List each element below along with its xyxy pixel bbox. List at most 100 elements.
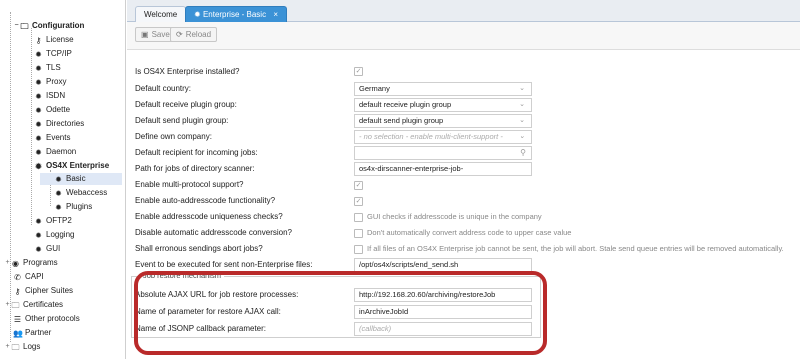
users-icon: 👥 — [13, 328, 23, 338]
gear-icon: ✹ — [35, 244, 42, 254]
tree-item-logging[interactable]: ✹ Logging — [34, 229, 74, 241]
tree-item-basic[interactable]: ✹ Basic — [40, 173, 122, 185]
tree-item-plugins[interactable]: ✹ Plugins — [54, 201, 92, 213]
tab-welcome[interactable]: Welcome — [135, 6, 187, 22]
chevron-down-icon: ⌄ — [519, 117, 525, 124]
send-plugin-label: Default send plugin group: — [135, 116, 229, 125]
tree-item-label: OS4X Enterprise — [46, 161, 110, 170]
tree-item-tls[interactable]: ✹ TLS — [34, 62, 61, 74]
tree-item-license[interactable]: ⚷ License — [34, 34, 74, 46]
main-panel: Welcome ✹ Enterprise - Basic × ▣ Save ⟳ Re… — [127, 0, 800, 359]
close-icon[interactable]: × — [273, 10, 278, 19]
gear-icon: ✹ — [35, 216, 42, 226]
tree-item-capi[interactable]: ✆ CAPI — [13, 271, 44, 283]
uniqueness-checkbox[interactable] — [354, 213, 363, 222]
param-label: Name of parameter for restore AJAX call: — [135, 307, 281, 316]
abort-checkbox[interactable] — [354, 245, 363, 254]
gear-icon: ✹ — [194, 10, 203, 19]
tree-item-daemon[interactable]: ✹ Daemon — [34, 146, 76, 158]
tree-item-certificates[interactable]: + 🗀 Certificates — [4, 299, 63, 311]
gear-icon: ✹ — [35, 161, 42, 171]
uniqueness-description: GUI checks if addresscode is unique in t… — [367, 212, 542, 221]
tree-item-label: Daemon — [46, 147, 77, 156]
reload-icon: ⟳ — [176, 30, 183, 39]
tree-item-label: Directories — [46, 119, 85, 128]
abort-label: Shall erronous sendings abort jobs? — [135, 244, 263, 253]
autoaddress-checkbox[interactable]: ✓ — [354, 197, 363, 206]
tree-item-label: CAPI — [25, 272, 44, 281]
chevron-down-icon: ⌄ — [519, 85, 525, 92]
tree-item-oftp2[interactable]: ✹ OFTP2 — [34, 215, 72, 227]
reload-button[interactable]: ⟳ Reload — [170, 27, 218, 42]
tree-item-isdn[interactable]: ✹ ISDN — [34, 90, 65, 102]
jsonp-input[interactable]: (callback) — [354, 322, 532, 336]
receive-plugin-select[interactable]: default receive plugin group ⌄ — [354, 98, 532, 112]
tab-enterprise-basic[interactable]: ✹ Enterprise - Basic × — [185, 6, 287, 22]
multiprotocol-label: Enable multi-protocol support? — [135, 180, 244, 189]
own-company-select[interactable]: - no selection - enable multi-client-sup… — [354, 130, 532, 144]
tree-item-gui[interactable]: ✹ GUI — [34, 243, 60, 255]
tree-item-label: Other protocols — [25, 314, 80, 323]
tree-item-logs[interactable]: + 🗀 Logs — [4, 341, 40, 353]
tree-item-label: TLS — [46, 63, 61, 72]
tree-item-label: Logs — [23, 342, 41, 351]
send-plugin-select[interactable]: default send plugin group ⌄ — [354, 114, 532, 128]
ajax-url-label: Absolute AJAX URL for job restore proces… — [135, 290, 299, 299]
installed-checkbox[interactable]: ✓ — [354, 67, 363, 76]
folder-icon: 🗀 — [11, 300, 20, 310]
programs-icon: ◉ — [12, 258, 19, 268]
receive-plugin-label: Default receive plugin group: — [135, 100, 237, 109]
tree-item-label: GUI — [46, 244, 61, 253]
tree-item-label: Logging — [46, 230, 75, 239]
tree-item-label: License — [46, 35, 74, 44]
tree-item-programs[interactable]: + ◉ Programs — [4, 257, 58, 269]
disable-conversion-checkbox[interactable] — [354, 229, 363, 238]
tree-item-directories[interactable]: ✹ Directories — [34, 118, 84, 130]
recipient-search-field[interactable]: ⚲ — [354, 146, 532, 160]
settings-form: Is OS4X Enterprise installed? ✓ Default … — [127, 50, 800, 359]
list-icon: ☰ — [13, 314, 22, 324]
tab-bar: Welcome ✹ Enterprise - Basic × — [127, 0, 800, 22]
collapse-toggle-icon[interactable]: − — [13, 20, 20, 32]
tree-item-odette[interactable]: ✹ Odette — [34, 104, 70, 116]
gear-icon: ✹ — [35, 105, 42, 115]
gear-icon: ✹ — [35, 77, 42, 87]
gear-icon: ✹ — [35, 91, 42, 101]
expand-toggle-icon[interactable]: + — [4, 341, 11, 353]
param-input[interactable]: inArchiveJobId — [354, 305, 532, 319]
expand-toggle-icon[interactable]: + — [4, 257, 11, 269]
tree-item-label: Plugins — [66, 202, 93, 211]
tree-item-os4x-enterprise[interactable]: ✹ OS4X Enterprise — [34, 160, 109, 172]
tree-item-webaccess[interactable]: ✹ Webaccess — [54, 187, 107, 199]
multiprotocol-checkbox[interactable]: ✓ — [354, 181, 363, 190]
tree-item-label: Basic — [66, 174, 86, 183]
tree-item-label: Programs — [23, 258, 58, 267]
tree-item-tcpip[interactable]: ✹ TCP/IP — [34, 48, 72, 60]
disable-conversion-label: Disable automatic addresscode conversion… — [135, 228, 292, 237]
own-company-value: - no selection - enable multi-client-sup… — [359, 132, 503, 141]
phone-icon: ✆ — [14, 272, 21, 282]
abort-description: If all files of an OS4X Enterprise job c… — [367, 244, 784, 253]
gear-icon: ✹ — [35, 133, 42, 143]
tree-item-other-protocols[interactable]: ☰ Other protocols — [13, 313, 80, 325]
tree-item-label: ISDN — [46, 91, 66, 100]
path-label: Path for jobs of directory scanner: — [135, 164, 255, 173]
path-input[interactable]: os4x-dirscanner-enterprise-job- — [354, 162, 532, 176]
installed-label: Is OS4X Enterprise installed? — [135, 67, 240, 76]
country-select[interactable]: Germany ⌄ — [354, 82, 532, 96]
tree-item-configuration[interactable]: − 🗀 Configuration — [13, 20, 84, 32]
uniqueness-label: Enable addresscode uniqueness checks? — [135, 212, 283, 221]
tree-item-partner[interactable]: 👥 Partner — [13, 327, 51, 339]
folder-icon: 🗀 — [11, 342, 20, 352]
country-label: Default country: — [135, 84, 192, 93]
ajax-url-input[interactable]: http://192.168.20.60/archiving/restoreJo… — [354, 288, 532, 302]
reload-label: Reload — [185, 30, 212, 39]
tree-item-proxy[interactable]: ✹ Proxy — [34, 76, 66, 88]
expand-toggle-icon[interactable]: + — [4, 299, 11, 311]
tree-item-label: Certificates — [23, 300, 64, 309]
disable-conversion-description: Don't automatically convert address code… — [367, 228, 572, 237]
event-script-input[interactable]: /opt/os4x/scripts/end_send.sh — [354, 258, 532, 272]
tree-item-cipher-suites[interactable]: ⚷ Cipher Suites — [13, 285, 73, 297]
tree-item-label: OFTP2 — [46, 216, 72, 225]
tree-item-events[interactable]: ✹ Events — [34, 132, 70, 144]
